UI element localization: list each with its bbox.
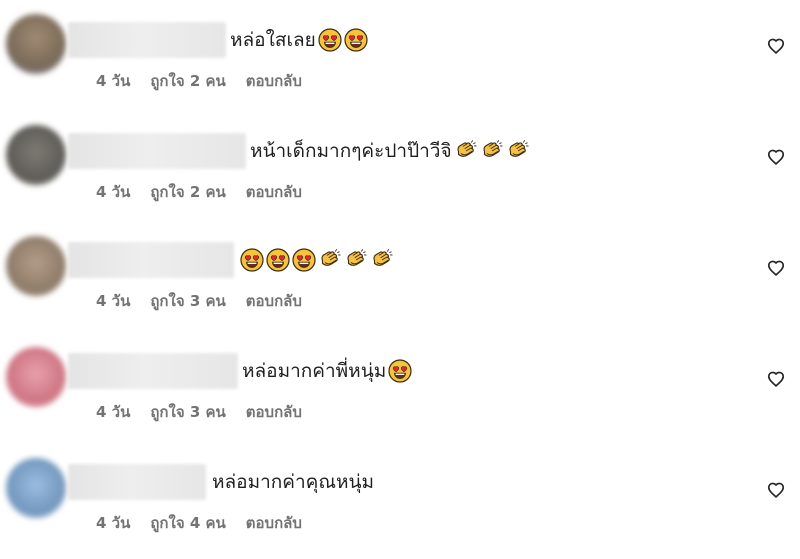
comment-text: หล่อมากค่าคุณหนุ่ม	[212, 471, 375, 493]
comment-meta: 4 วัน ถูกใจ 3 คน ตอบกลับ	[96, 290, 302, 312]
comment-text: หล่อมากค่าพี่หนุ่ม	[242, 360, 387, 382]
like-count[interactable]: ถูกใจ 2 คน	[150, 180, 225, 204]
clapping-hands-emoji	[454, 139, 478, 163]
comment-time: 4 วัน	[96, 72, 131, 90]
like-count[interactable]: ถูกใจ 4 คน	[150, 511, 225, 535]
comment-item: หน้าเด็กมากๆค่ะปาป๊าวีจิ 4 วัน ถูกใจ 2 ค…	[0, 111, 800, 216]
emoji-group	[238, 248, 394, 272]
comment-text: หน้าเด็กมากๆค่ะปาป๊าวีจิ	[250, 140, 452, 162]
comment-meta: 4 วัน ถูกใจ 2 คน ตอบกลับ	[96, 70, 302, 92]
comment-time: 4 วัน	[96, 403, 131, 421]
username-blurred[interactable]	[68, 353, 238, 389]
username-blurred[interactable]	[68, 22, 226, 58]
comment-item: หล่อมากค่าคุณหนุ่ม 4 วัน ถูกใจ 4 คน ตอบก…	[0, 444, 800, 549]
clapping-hands-emoji	[344, 248, 368, 272]
emoji-group	[316, 28, 368, 52]
comment-item: หล่อมากค่าพี่หนุ่ม 4 วัน ถูกใจ 3 คน ตอบก…	[0, 333, 800, 438]
comment-meta: 4 วัน ถูกใจ 3 คน ตอบกลับ	[96, 401, 302, 423]
heart-eyes-emoji	[240, 248, 264, 272]
comment-meta: 4 วัน ถูกใจ 4 คน ตอบกลับ	[96, 512, 302, 534]
heart-eyes-emoji	[292, 248, 316, 272]
heart-outline-icon[interactable]	[766, 36, 786, 56]
username-blurred[interactable]	[68, 133, 246, 169]
comment-text-row: หน้าเด็กมากๆค่ะปาป๊าวีจิ	[250, 133, 530, 169]
like-count[interactable]: ถูกใจ 2 คน	[150, 69, 225, 93]
comment-time: 4 วัน	[96, 514, 131, 532]
comment-text-row: หล่อมากค่าคุณหนุ่ม	[212, 464, 374, 500]
avatar[interactable]	[6, 347, 66, 407]
reply-button[interactable]: ตอบกลับ	[246, 69, 302, 93]
heart-eyes-emoji	[388, 359, 412, 383]
avatar[interactable]	[6, 458, 66, 518]
comment-text-row: หล่อมากค่าพี่หนุ่ม	[242, 353, 412, 389]
comment-item: หล่อใสเลย 4 วัน ถูกใจ 2 คน ตอบกลับ	[0, 0, 800, 105]
heart-outline-icon[interactable]	[766, 258, 786, 278]
emoji-group	[386, 359, 412, 383]
clapping-hands-emoji	[506, 139, 530, 163]
like-count[interactable]: ถูกใจ 3 คน	[150, 289, 225, 313]
comment-time: 4 วัน	[96, 183, 131, 201]
avatar[interactable]	[6, 236, 66, 296]
comment-text-row: หล่อใสเลย	[230, 22, 368, 58]
heart-eyes-emoji	[266, 248, 290, 272]
reply-button[interactable]: ตอบกลับ	[246, 289, 302, 313]
username-blurred[interactable]	[68, 242, 234, 278]
reply-button[interactable]: ตอบกลับ	[246, 180, 302, 204]
comment-text-row	[238, 242, 394, 278]
like-count[interactable]: ถูกใจ 3 คน	[150, 400, 225, 424]
clapping-hands-emoji	[318, 248, 342, 272]
comment-item: 4 วัน ถูกใจ 3 คน ตอบกลับ	[0, 222, 800, 327]
heart-outline-icon[interactable]	[766, 147, 786, 167]
avatar[interactable]	[6, 14, 66, 74]
comment-text: หล่อใสเลย	[230, 29, 316, 51]
reply-button[interactable]: ตอบกลับ	[246, 400, 302, 424]
heart-eyes-emoji	[318, 28, 342, 52]
comment-meta: 4 วัน ถูกใจ 2 คน ตอบกลับ	[96, 181, 302, 203]
heart-outline-icon[interactable]	[766, 369, 786, 389]
clapping-hands-emoji	[370, 248, 394, 272]
avatar[interactable]	[6, 125, 66, 185]
reply-button[interactable]: ตอบกลับ	[246, 511, 302, 535]
heart-eyes-emoji	[344, 28, 368, 52]
username-blurred[interactable]	[68, 464, 206, 500]
emoji-group	[452, 139, 530, 163]
comment-time: 4 วัน	[96, 292, 131, 310]
clapping-hands-emoji	[480, 139, 504, 163]
heart-outline-icon[interactable]	[766, 480, 786, 500]
